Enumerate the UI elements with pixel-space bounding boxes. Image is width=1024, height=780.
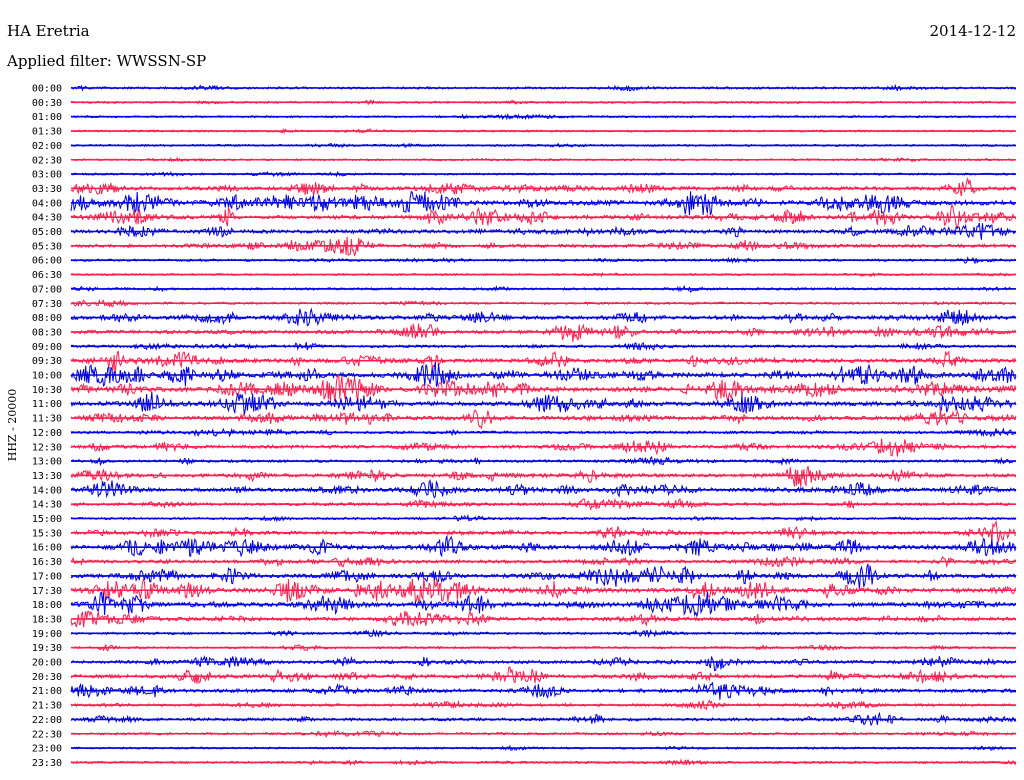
station-title: HA Eretria bbox=[7, 22, 90, 40]
row-time-label: 02:00 bbox=[32, 141, 62, 152]
row-time-label: 06:00 bbox=[32, 256, 62, 267]
row-time-label: 18:30 bbox=[32, 614, 62, 625]
row-time-label: 09:30 bbox=[32, 356, 62, 367]
row-time-label: 02:30 bbox=[32, 155, 62, 166]
trace-line bbox=[70, 323, 1017, 343]
filter-label: Applied filter: WWSSN-SP bbox=[6, 52, 206, 70]
row-time-label: 03:30 bbox=[32, 184, 62, 195]
trace-rows: 00:00 00:30 01:00 01:30 02:00 02:30 03:00 03:30… bbox=[32, 84, 1017, 769]
row-time-label: 10:00 bbox=[32, 371, 62, 382]
row-time-label: 14:30 bbox=[32, 500, 62, 511]
trace-line bbox=[70, 438, 1017, 457]
row-time-label: 14:00 bbox=[32, 485, 62, 496]
row-time-label: 15:00 bbox=[32, 514, 62, 525]
row-time-label: 00:30 bbox=[32, 98, 62, 109]
row-time-label: 04:00 bbox=[32, 198, 62, 209]
row-time-label: 07:00 bbox=[32, 284, 62, 295]
row-time-label: 05:00 bbox=[32, 227, 62, 238]
trace-line bbox=[70, 563, 1017, 590]
row-time-label: 19:00 bbox=[32, 629, 62, 640]
row-time-label: 20:00 bbox=[32, 658, 62, 669]
row-time-label: 11:00 bbox=[32, 399, 62, 410]
trace-line bbox=[70, 176, 1017, 197]
row-time-label: 17:30 bbox=[32, 586, 62, 597]
trace-line bbox=[70, 465, 1017, 488]
row-time-label: 03:00 bbox=[32, 170, 62, 181]
row-time-label: 20:30 bbox=[32, 672, 62, 683]
row-time-label: 04:30 bbox=[32, 213, 62, 224]
seismogram-chart: HA Eretria 2014-12-12 Applied filter: WW… bbox=[6, 22, 1017, 769]
row-time-label: 18:00 bbox=[32, 600, 62, 611]
row-time-label: 11:30 bbox=[32, 414, 62, 425]
row-time-label: 17:00 bbox=[32, 571, 62, 582]
row-time-label: 08:30 bbox=[32, 327, 62, 338]
row-time-label: 16:30 bbox=[32, 557, 62, 568]
row-time-label: 01:00 bbox=[32, 112, 62, 123]
trace-line bbox=[70, 350, 1017, 375]
row-time-label: 07:30 bbox=[32, 299, 62, 310]
row-time-label: 13:00 bbox=[32, 457, 62, 468]
trace-line bbox=[70, 655, 1017, 672]
row-time-label: 22:30 bbox=[32, 729, 62, 740]
row-time-label: 12:00 bbox=[32, 428, 62, 439]
row-time-label: 21:00 bbox=[32, 686, 62, 697]
row-time-label: 00:00 bbox=[32, 84, 62, 95]
date-label: 2014-12-12 bbox=[930, 22, 1016, 40]
y-axis-label: HHZ - 20000 bbox=[6, 389, 19, 462]
trace-line bbox=[70, 535, 1017, 558]
row-time-label: 13:30 bbox=[32, 471, 62, 482]
row-time-label: 19:30 bbox=[32, 643, 62, 654]
row-time-label: 01:30 bbox=[32, 127, 62, 138]
row-time-label: 09:00 bbox=[32, 342, 62, 353]
row-time-label: 06:30 bbox=[32, 270, 62, 281]
row-time-label: 15:30 bbox=[32, 528, 62, 539]
row-time-label: 08:00 bbox=[32, 313, 62, 324]
row-time-label: 23:00 bbox=[32, 744, 62, 755]
row-time-label: 05:30 bbox=[32, 241, 62, 252]
row-time-label: 16:00 bbox=[32, 543, 62, 554]
row-time-label: 10:30 bbox=[32, 385, 62, 396]
row-time-label: 22:00 bbox=[32, 715, 62, 726]
row-time-label: 23:30 bbox=[32, 758, 62, 769]
trace-line bbox=[70, 666, 1017, 684]
row-time-label: 21:30 bbox=[32, 701, 62, 712]
row-time-label: 12:30 bbox=[32, 442, 62, 453]
